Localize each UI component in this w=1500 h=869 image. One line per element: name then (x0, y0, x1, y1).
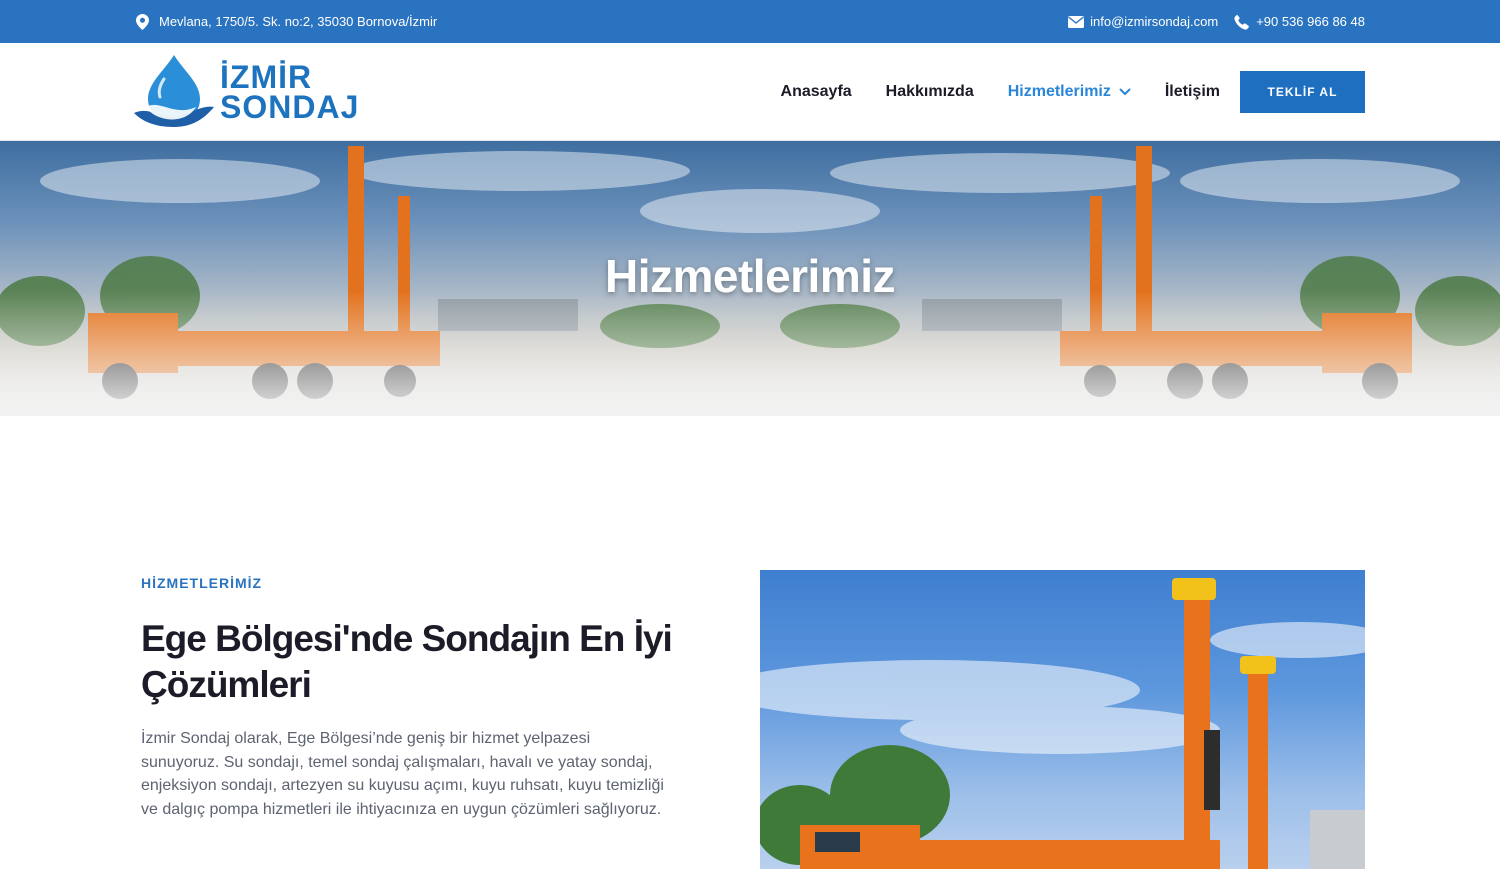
hero-banner: Hizmetlerimiz (0, 141, 1500, 416)
phone-icon (1234, 14, 1250, 30)
nav-item-iletisim[interactable]: İletişim (1165, 83, 1220, 101)
section-title: Ege Bölgesi'nde Sondajın En İyi Çözümler… (141, 618, 673, 705)
chevron-down-icon[interactable] (1119, 83, 1131, 101)
nav-label: Hizmetlerimiz (1007, 83, 1111, 100)
phone-link[interactable]: +90 536 966 86 48 (1234, 14, 1365, 30)
map-pin-icon (136, 13, 149, 30)
nav-label: İletişim (1164, 83, 1220, 100)
logo-line-1: İZMİR (220, 59, 313, 95)
address-text: Mevlana, 1750/5. Sk. no:2, 35030 Bornova… (159, 14, 438, 29)
contact-block: info@izmirsondaj.com +90 536 966 86 48 (1068, 0, 1365, 43)
logo-line-2: SONDAJ (220, 89, 360, 125)
hero-title: Hizmetlerimiz (604, 250, 896, 302)
site-header: İZMİR SONDAJ Anasayfa Hakkımızda Hizmetl… (0, 43, 1500, 141)
email-text: info@izmirsondaj.com (1090, 14, 1219, 29)
envelope-icon (1068, 15, 1085, 28)
main-nav: Anasayfa Hakkımızda Hizmetlerimiz İletiş… (781, 71, 1365, 113)
teklif-al-button[interactable]: TEKLİF AL (1240, 71, 1365, 113)
phone-text: +90 536 966 86 48 (1256, 14, 1365, 29)
site-logo[interactable]: İZMİR SONDAJ (134, 53, 374, 132)
logo-wordmark: İZMİR SONDAJ (220, 59, 360, 125)
drilling-rig-photo (760, 570, 1365, 869)
email-link[interactable]: info@izmirsondaj.com (1068, 14, 1218, 29)
nav-label: Hakkımızda (885, 83, 974, 100)
nav-item-hizmetlerimiz[interactable]: Hizmetlerimiz (1008, 83, 1131, 101)
section-label: HİZMETLERİMİZ (141, 575, 263, 591)
nav-item-anasayfa[interactable]: Anasayfa (781, 83, 852, 101)
drilling-rig-image (760, 578, 1365, 869)
address-block: Mevlana, 1750/5. Sk. no:2, 35030 Bornova… (136, 0, 437, 43)
nav-item-hakkimizda[interactable]: Hakkımızda (886, 83, 974, 101)
water-drop-logo-icon (134, 53, 214, 132)
top-bar: Mevlana, 1750/5. Sk. no:2, 35030 Bornova… (0, 0, 1500, 43)
nav-label: Anasayfa (780, 83, 852, 100)
section-paragraph: İzmir Sondaj olarak, Ege Bölgesi’nde gen… (141, 730, 664, 818)
